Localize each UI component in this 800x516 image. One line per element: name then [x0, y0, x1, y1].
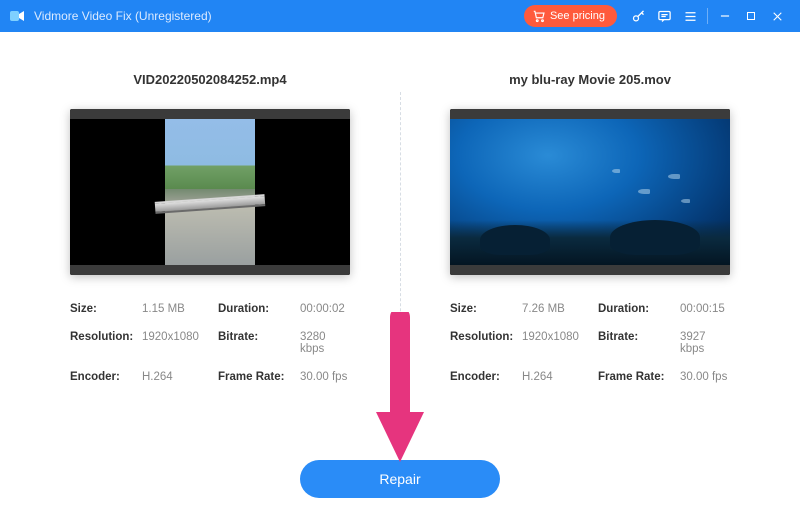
duration-value: 00:00:15: [680, 303, 730, 315]
size-label: Size:: [450, 303, 518, 315]
repair-button[interactable]: Repair: [300, 460, 500, 498]
size-label: Size:: [70, 303, 138, 315]
minimize-button[interactable]: [712, 0, 738, 32]
vertical-divider: [400, 92, 401, 442]
bitrate-label: Bitrate:: [218, 331, 296, 355]
resolution-value: 1920x1080: [522, 331, 594, 355]
size-value: 7.26 MB: [522, 303, 594, 315]
source-video-panel: VID20220502084252.mp4 Size: 1.15 MB Dura…: [50, 72, 400, 516]
encoder-value: H.264: [522, 371, 594, 383]
duration-label: Duration:: [598, 303, 676, 315]
menu-icon[interactable]: [677, 0, 703, 32]
duration-value: 00:00:02: [300, 303, 350, 315]
cart-icon: [532, 9, 546, 23]
framerate-value: 30.00 fps: [680, 371, 730, 383]
size-value: 1.15 MB: [142, 303, 214, 315]
resolution-label: Resolution:: [450, 331, 518, 355]
main-content: VID20220502084252.mp4 Size: 1.15 MB Dura…: [0, 32, 800, 516]
bitrate-value: 3927 kbps: [680, 331, 730, 355]
source-filename: VID20220502084252.mp4: [133, 72, 286, 87]
sample-metadata: Size: 7.26 MB Duration: 00:00:15 Resolut…: [450, 303, 730, 383]
close-button[interactable]: [764, 0, 790, 32]
duration-label: Duration:: [218, 303, 296, 315]
bitrate-label: Bitrate:: [598, 331, 676, 355]
source-metadata: Size: 1.15 MB Duration: 00:00:02 Resolut…: [70, 303, 350, 383]
framerate-label: Frame Rate:: [598, 371, 676, 383]
titlebar: Vidmore Video Fix (Unregistered) See pri…: [0, 0, 800, 32]
encoder-label: Encoder:: [450, 371, 518, 383]
app-logo-icon: [8, 7, 26, 25]
see-pricing-button[interactable]: See pricing: [524, 5, 617, 27]
titlebar-separator: [707, 8, 708, 24]
sample-thumbnail: [450, 109, 730, 275]
framerate-value: 30.00 fps: [300, 371, 350, 383]
maximize-button[interactable]: [738, 0, 764, 32]
sample-filename: my blu-ray Movie 205.mov: [509, 72, 671, 87]
framerate-label: Frame Rate:: [218, 371, 296, 383]
bitrate-value: 3280 kbps: [300, 331, 350, 355]
feedback-icon[interactable]: [651, 0, 677, 32]
resolution-label: Resolution:: [70, 331, 138, 355]
source-thumbnail: [70, 109, 350, 275]
key-icon[interactable]: [625, 0, 651, 32]
encoder-label: Encoder:: [70, 371, 138, 383]
see-pricing-label: See pricing: [550, 10, 605, 22]
encoder-value: H.264: [142, 371, 214, 383]
sample-video-panel: my blu-ray Movie 205.mov Size: 7.26 MB D…: [400, 72, 750, 516]
app-title: Vidmore Video Fix (Unregistered): [34, 9, 212, 23]
resolution-value: 1920x1080: [142, 331, 214, 355]
